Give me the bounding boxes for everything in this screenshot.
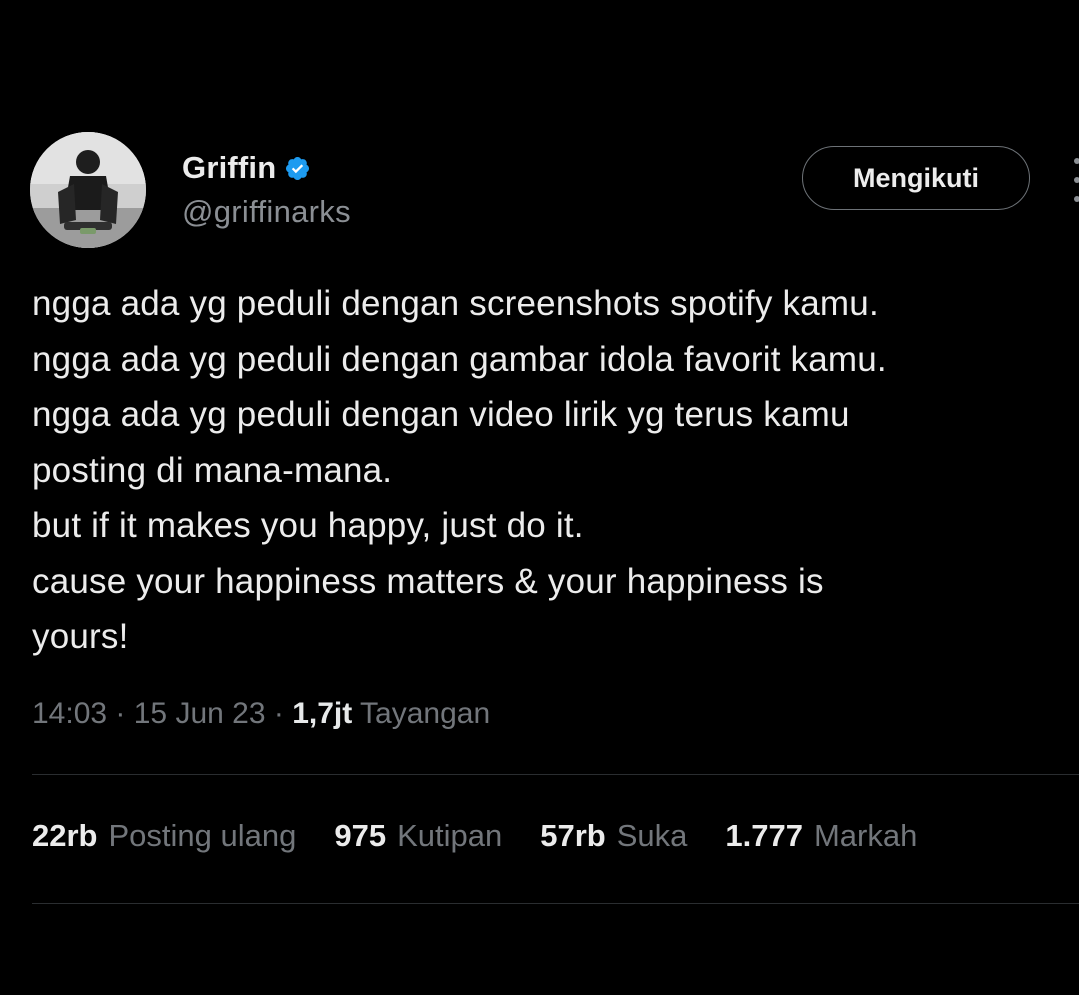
tweet-header: Griffin @griffinarks Mengikuti bbox=[30, 132, 1079, 252]
stat-count: 57rb bbox=[540, 818, 606, 853]
divider bbox=[32, 903, 1079, 904]
meta-separator: · bbox=[273, 697, 293, 730]
stat-label: Markah bbox=[813, 818, 918, 853]
stat-count: 22rb bbox=[32, 818, 98, 853]
stat-label: Posting ulang bbox=[108, 818, 297, 853]
stat-reposts[interactable]: 22rb Posting ulang bbox=[32, 818, 296, 854]
tweet-card: Griffin @griffinarks Mengikuti ngga ada … bbox=[0, 0, 1079, 995]
tweet-text-line: ngga ada yg peduli dengan gambar idola f… bbox=[32, 339, 887, 379]
more-dot bbox=[1074, 196, 1079, 202]
tweet-text-line: yours! bbox=[32, 617, 129, 656]
stat-count: 1.777 bbox=[725, 818, 803, 853]
divider bbox=[32, 774, 1079, 775]
tweet-date[interactable]: 15 Jun 23 bbox=[134, 697, 266, 730]
author-info[interactable]: Griffin @griffinarks bbox=[182, 148, 351, 230]
name-row: Griffin bbox=[182, 148, 351, 188]
stat-count: 975 bbox=[334, 818, 387, 853]
more-dot bbox=[1074, 158, 1079, 164]
stat-likes[interactable]: 57rb Suka bbox=[540, 818, 687, 854]
following-button[interactable]: Mengikuti bbox=[802, 146, 1030, 210]
tweet-text: ngga ada yg peduli dengan screenshots sp… bbox=[32, 276, 1072, 665]
views-label: Tayangan bbox=[360, 697, 491, 730]
avatar[interactable] bbox=[30, 132, 146, 248]
meta-separator: · bbox=[115, 697, 134, 730]
tweet-text-line: cause your happiness matters & your happ… bbox=[32, 561, 824, 601]
engagement-stats: 22rb Posting ulang 975 Kutipan 57rb Suka… bbox=[32, 818, 955, 854]
tweet-text-line: but if it makes you happy, just do it. bbox=[32, 506, 584, 545]
tweet-text-line: ngga ada yg peduli dengan video lirik yg… bbox=[32, 395, 850, 434]
tweet-text-line: posting di mana-mana. bbox=[32, 450, 393, 490]
avatar-photo bbox=[30, 132, 146, 248]
user-handle[interactable]: @griffinarks bbox=[182, 194, 351, 230]
stat-bookmarks[interactable]: 1.777 Markah bbox=[725, 818, 917, 854]
more-dot bbox=[1074, 177, 1079, 183]
verified-badge-icon bbox=[284, 155, 311, 182]
more-vertical-icon[interactable] bbox=[1072, 158, 1079, 202]
tweet-time[interactable]: 14:03 bbox=[32, 697, 107, 730]
stat-label: Kutipan bbox=[397, 818, 503, 853]
tweet-text-line: ngga ada yg peduli dengan screenshots sp… bbox=[32, 284, 879, 323]
display-name[interactable]: Griffin bbox=[182, 150, 276, 186]
tweet-meta: 14:03 · 15 Jun 23 · 1,7jt Tayangan bbox=[32, 697, 490, 731]
views-count: 1,7jt bbox=[292, 697, 353, 730]
stat-quotes[interactable]: 975 Kutipan bbox=[334, 818, 502, 854]
stat-label: Suka bbox=[616, 818, 688, 853]
